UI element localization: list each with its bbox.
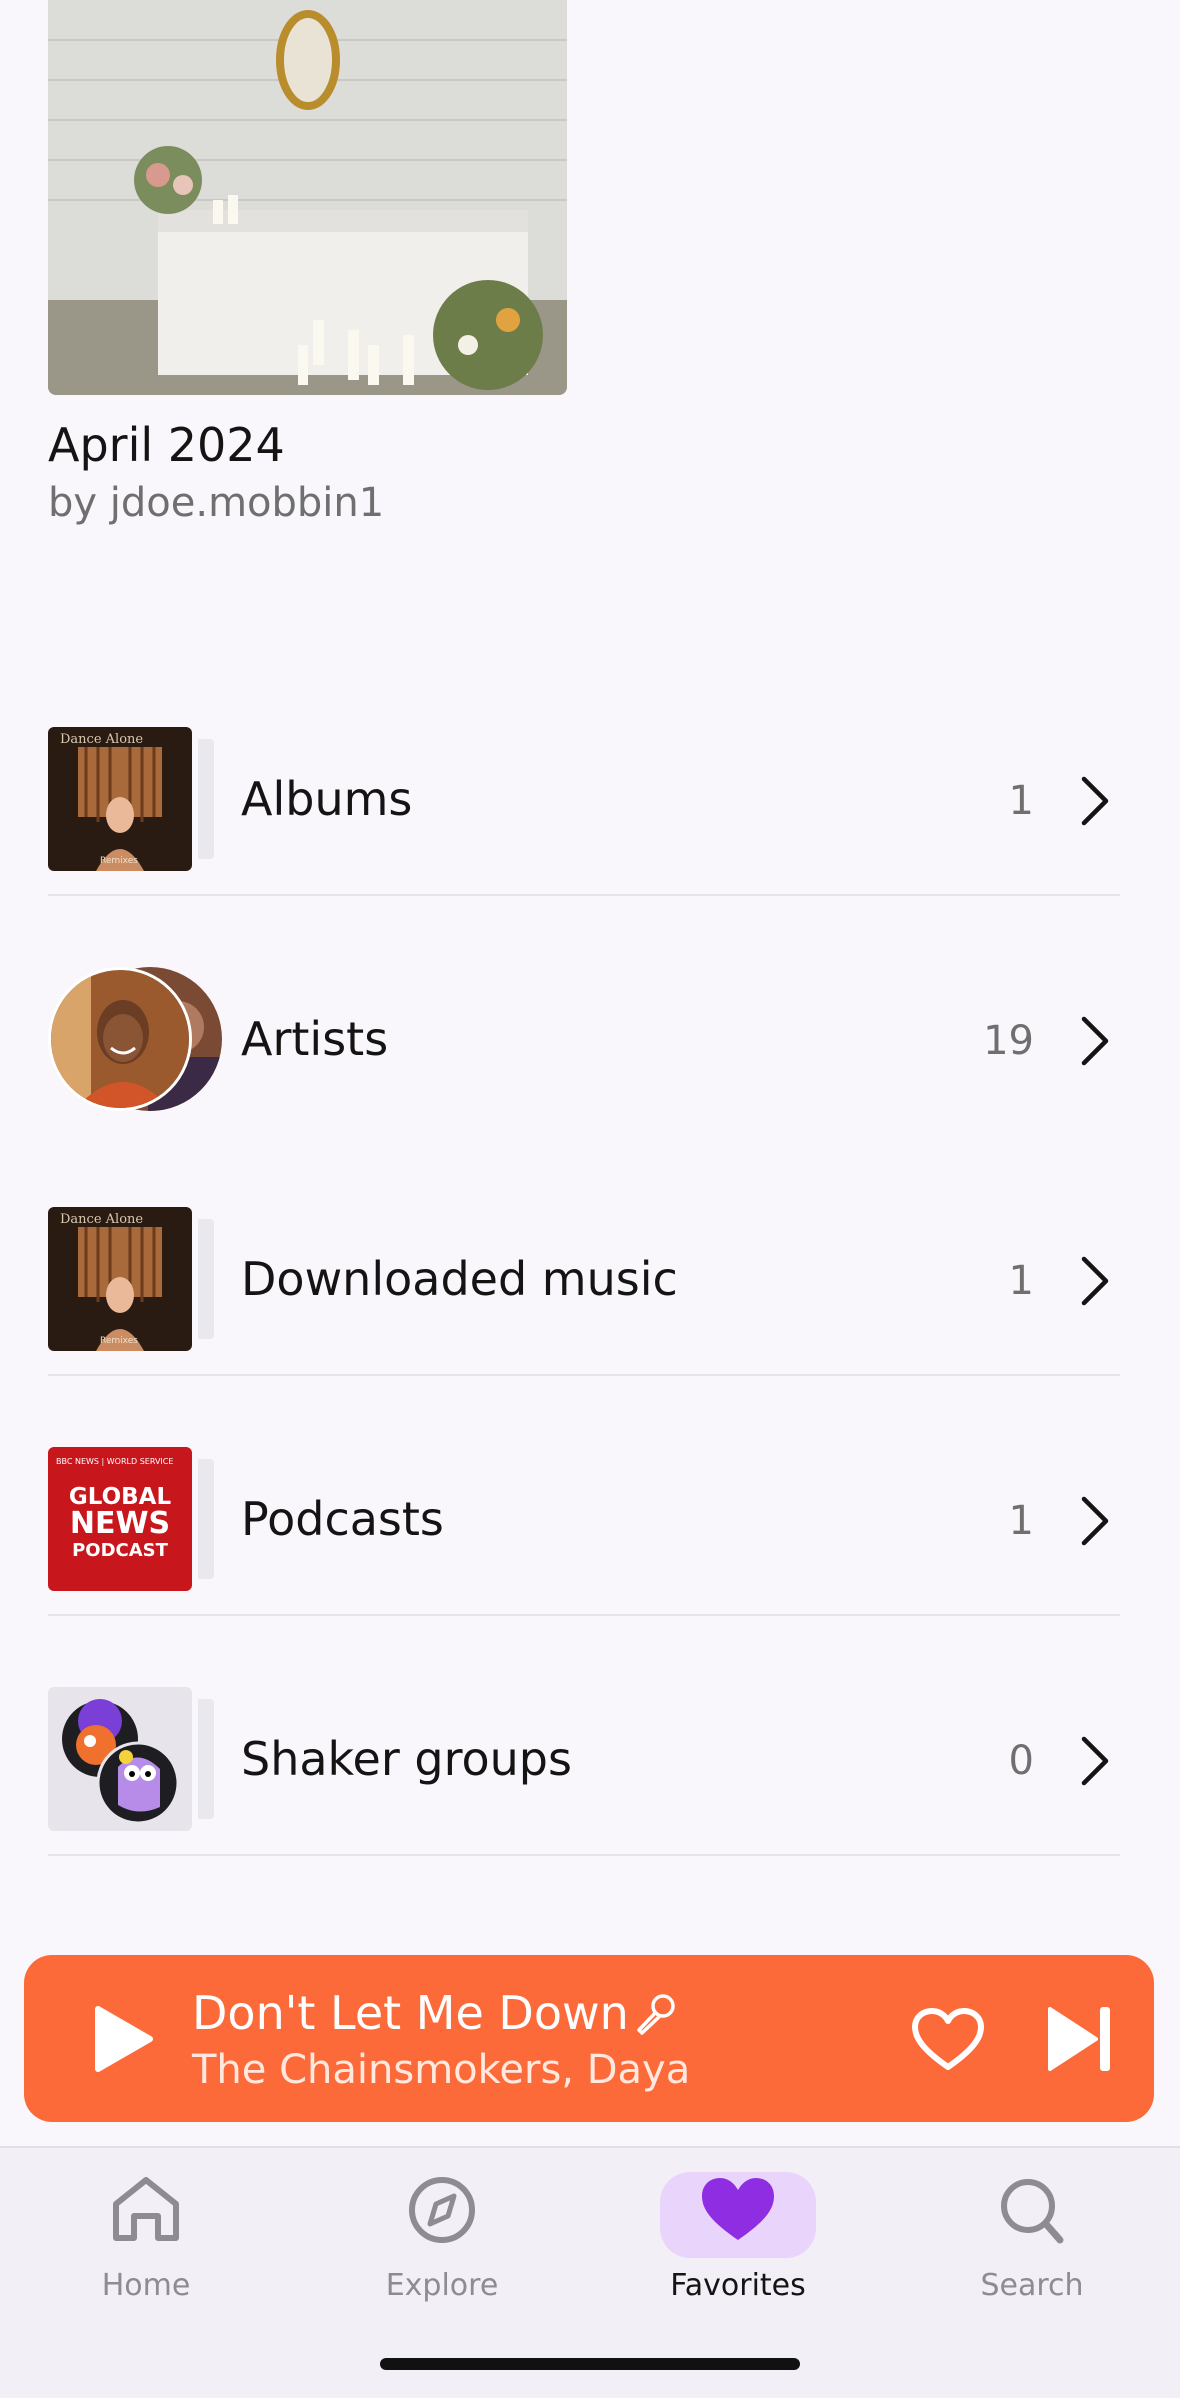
library-row-downloaded-music[interactable]: Dance Alone Remixes Downloaded music 1 bbox=[48, 1136, 1120, 1376]
home-icon bbox=[113, 2177, 179, 2241]
row-count: 1 bbox=[1008, 1498, 1034, 1544]
library-row-podcasts[interactable]: BBC NEWS | WORLD SERVICE GLOBAL NEWS POD… bbox=[48, 1376, 1120, 1616]
wedding-table-photo bbox=[48, 0, 567, 395]
tab-explore[interactable]: Explore bbox=[342, 2162, 542, 2303]
play-icon[interactable] bbox=[80, 1999, 160, 2079]
podcast-cover: BBC NEWS | WORLD SERVICE GLOBAL NEWS POD… bbox=[48, 1447, 192, 1591]
tab-favorites[interactable]: Favorites bbox=[638, 2162, 838, 2303]
row-label: Podcasts bbox=[241, 1492, 444, 1546]
podcast-cover-line2: NEWS bbox=[69, 1506, 171, 1541]
svg-text:Remixes: Remixes bbox=[100, 1336, 138, 1346]
tab-home[interactable]: Home bbox=[46, 2162, 246, 2303]
row-count: 1 bbox=[1008, 1258, 1034, 1304]
group-avatars bbox=[48, 1687, 192, 1831]
podcast-cover-top: BBC NEWS | WORLD SERVICE bbox=[56, 1457, 174, 1466]
search-icon bbox=[1001, 2179, 1064, 2244]
svg-text:Remixes: Remixes bbox=[100, 856, 138, 866]
chevron-right-icon bbox=[1081, 1016, 1109, 1066]
now-playing-artist: The Chainsmokers, Daya bbox=[192, 2047, 691, 2093]
album-cover: Dance Alone Remixes bbox=[48, 727, 192, 871]
heart-icon bbox=[702, 2178, 774, 2240]
row-label: Shaker groups bbox=[241, 1732, 572, 1786]
divider bbox=[48, 1854, 1120, 1856]
playlist-author: by jdoe.mobbin1 bbox=[48, 480, 385, 526]
tab-search[interactable]: Search bbox=[932, 2162, 1132, 2303]
row-label: Artists bbox=[241, 1012, 389, 1066]
tab-label: Home bbox=[101, 2268, 191, 2303]
microphone-icon bbox=[637, 1994, 675, 2035]
skip-next-icon[interactable] bbox=[1044, 2003, 1116, 2075]
svg-text:Dance Alone: Dance Alone bbox=[60, 1212, 143, 1227]
row-label: Albums bbox=[241, 772, 413, 826]
row-count: 19 bbox=[983, 1018, 1034, 1064]
stack-edge bbox=[198, 1459, 214, 1579]
row-label: Downloaded music bbox=[241, 1252, 678, 1306]
chevron-right-icon bbox=[1081, 1736, 1109, 1786]
tab-label: Search bbox=[980, 2268, 1084, 2303]
podcast-cover-line3: PODCAST bbox=[72, 1540, 168, 1561]
heart-outline-icon[interactable] bbox=[909, 2005, 987, 2075]
playlist-cover[interactable] bbox=[48, 0, 567, 395]
stack-edge bbox=[198, 1699, 214, 1819]
tab-label: Explore bbox=[385, 2268, 499, 2303]
row-count: 0 bbox=[1008, 1738, 1034, 1784]
mini-player[interactable]: Don't Let Me Down The Chainsmokers, Daya bbox=[24, 1955, 1154, 2122]
tab-label: Favorites bbox=[670, 2268, 806, 2303]
artist-avatar bbox=[48, 967, 192, 1111]
library-row-shaker-groups[interactable]: Shaker groups 0 bbox=[48, 1616, 1120, 1856]
tab-bar: Home Explore Favorites Search bbox=[0, 2146, 1180, 2398]
chevron-right-icon bbox=[1081, 1256, 1109, 1306]
chevron-right-icon bbox=[1081, 776, 1109, 826]
home-indicator bbox=[380, 2358, 800, 2370]
chevron-right-icon bbox=[1081, 1496, 1109, 1546]
row-count: 1 bbox=[1008, 778, 1034, 824]
library-row-albums[interactable]: Dance Alone Remixes Albums 1 bbox=[48, 656, 1120, 896]
svg-text:Dance Alone: Dance Alone bbox=[60, 732, 143, 747]
compass-icon bbox=[409, 2177, 475, 2243]
stack-edge bbox=[198, 739, 214, 859]
playlist-title: April 2024 bbox=[48, 418, 285, 472]
now-playing-title: Don't Let Me Down bbox=[192, 1986, 629, 2040]
stack-edge bbox=[198, 1219, 214, 1339]
album-cover: Dance Alone Remixes bbox=[48, 1207, 192, 1351]
library-row-artists[interactable]: Artists 19 bbox=[48, 896, 1120, 1136]
